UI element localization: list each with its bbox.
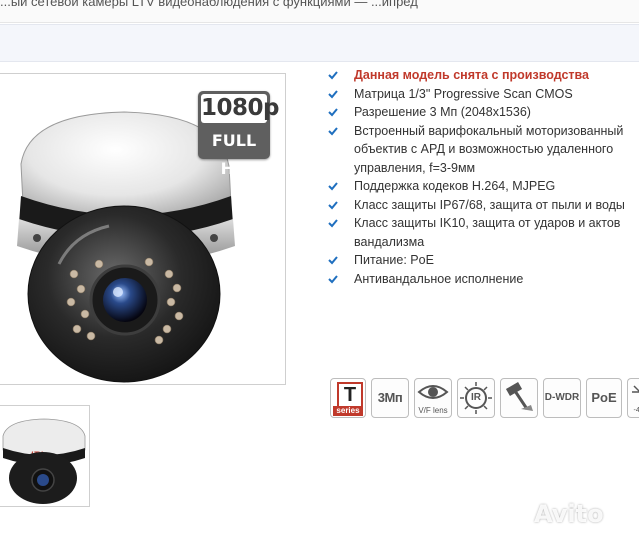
feature-item: Класс защиты IP67/68, защита от пыли и в… xyxy=(325,196,639,215)
feature-text: Данная модель снята с производства xyxy=(354,68,590,82)
eye-icon xyxy=(417,385,449,399)
full-hd-badge: 1080p FULL HD xyxy=(198,91,279,178)
feature-text: Питание: PoE xyxy=(354,253,434,267)
feature-text: Разрешение 3 Мп (2048х1536) xyxy=(354,105,531,119)
temperature-icon[interactable]: -40° xyxy=(627,378,639,418)
checkmark-icon xyxy=(328,89,338,98)
checkmark-icon xyxy=(328,256,338,265)
checkmark-icon xyxy=(328,219,338,228)
dwdr-icon[interactable]: D-WDR xyxy=(543,378,581,418)
t-series-icon[interactable]: T series xyxy=(330,378,366,418)
vf-lens-icon[interactable]: V/F lens xyxy=(414,378,452,418)
checkmark-icon xyxy=(328,182,338,191)
series-letter: T xyxy=(337,382,363,408)
checkmark-icon xyxy=(328,274,338,283)
feature-item: Матрица 1/3" Progressive Scan CMOS xyxy=(325,85,639,104)
feature-text: Класс защиты IP67/68, защита от пыли и в… xyxy=(354,197,625,212)
poe-icon[interactable]: PoE xyxy=(586,378,622,418)
top-header-strip: ...ый сетевой камеры LTV видеонаблюдения… xyxy=(0,0,639,23)
ir-icon[interactable]: IR xyxy=(457,378,495,418)
feature-item: Антивандальное исполнение xyxy=(325,270,639,289)
feature-list: Данная модель снята с производства Матри… xyxy=(325,66,639,288)
badge-resolution: 1080p xyxy=(201,94,279,123)
vf-label: V/F lens xyxy=(418,406,448,415)
search-bar[interactable] xyxy=(0,24,639,62)
megapixel-icon[interactable]: 3Мп xyxy=(371,378,409,418)
feature-text: Антивандальное исполнение xyxy=(354,271,524,286)
feature-item: Встроенный варифокальный моторизованный … xyxy=(325,122,639,178)
feature-item: Поддержка кодеков H.264, MJPEG xyxy=(325,177,639,196)
vandal-proof-icon[interactable] xyxy=(500,378,538,418)
poe-label: PoE xyxy=(591,390,617,405)
checkmark-icon xyxy=(328,126,338,135)
megapixel-label: 3Мп xyxy=(377,390,403,405)
checkmark-icon xyxy=(328,200,338,209)
feature-text: Встроенный варифокальный моторизованный … xyxy=(354,123,624,175)
thumbnail-image[interactable]: LTV xyxy=(0,405,90,507)
series-label: series xyxy=(333,406,363,416)
feature-item: Класс защиты IK10, защита от ударов и ак… xyxy=(325,214,639,251)
feature-text: Класс защиты IK10, защита от ударов и ак… xyxy=(354,216,621,249)
badge-label: FULL HD xyxy=(211,131,257,178)
header-cut-text: ...ый сетевой камеры LTV видеонаблюдения… xyxy=(0,0,418,9)
feature-text: Поддержка кодеков H.264, MJPEG xyxy=(354,179,556,193)
feature-item: Данная модель снята с производства xyxy=(325,66,639,85)
checkmark-icon xyxy=(328,108,338,117)
temp-label: -40° xyxy=(633,407,639,414)
dwdr-label: D-WDR xyxy=(544,392,580,403)
dome-camera-thumbnail: LTV xyxy=(2,418,86,504)
watermark-text: Avito xyxy=(534,500,604,528)
feature-item: Питание: PoE xyxy=(325,251,639,270)
feature-text: Матрица 1/3" Progressive Scan CMOS xyxy=(354,86,573,101)
snowflake-icon xyxy=(632,385,639,393)
avito-watermark: Avito xyxy=(534,500,634,530)
feature-item: Разрешение 3 Мп (2048х1536) xyxy=(325,103,639,122)
ir-label: IR xyxy=(471,392,481,403)
checkmark-icon xyxy=(328,71,338,80)
hammer-icon xyxy=(505,382,533,411)
